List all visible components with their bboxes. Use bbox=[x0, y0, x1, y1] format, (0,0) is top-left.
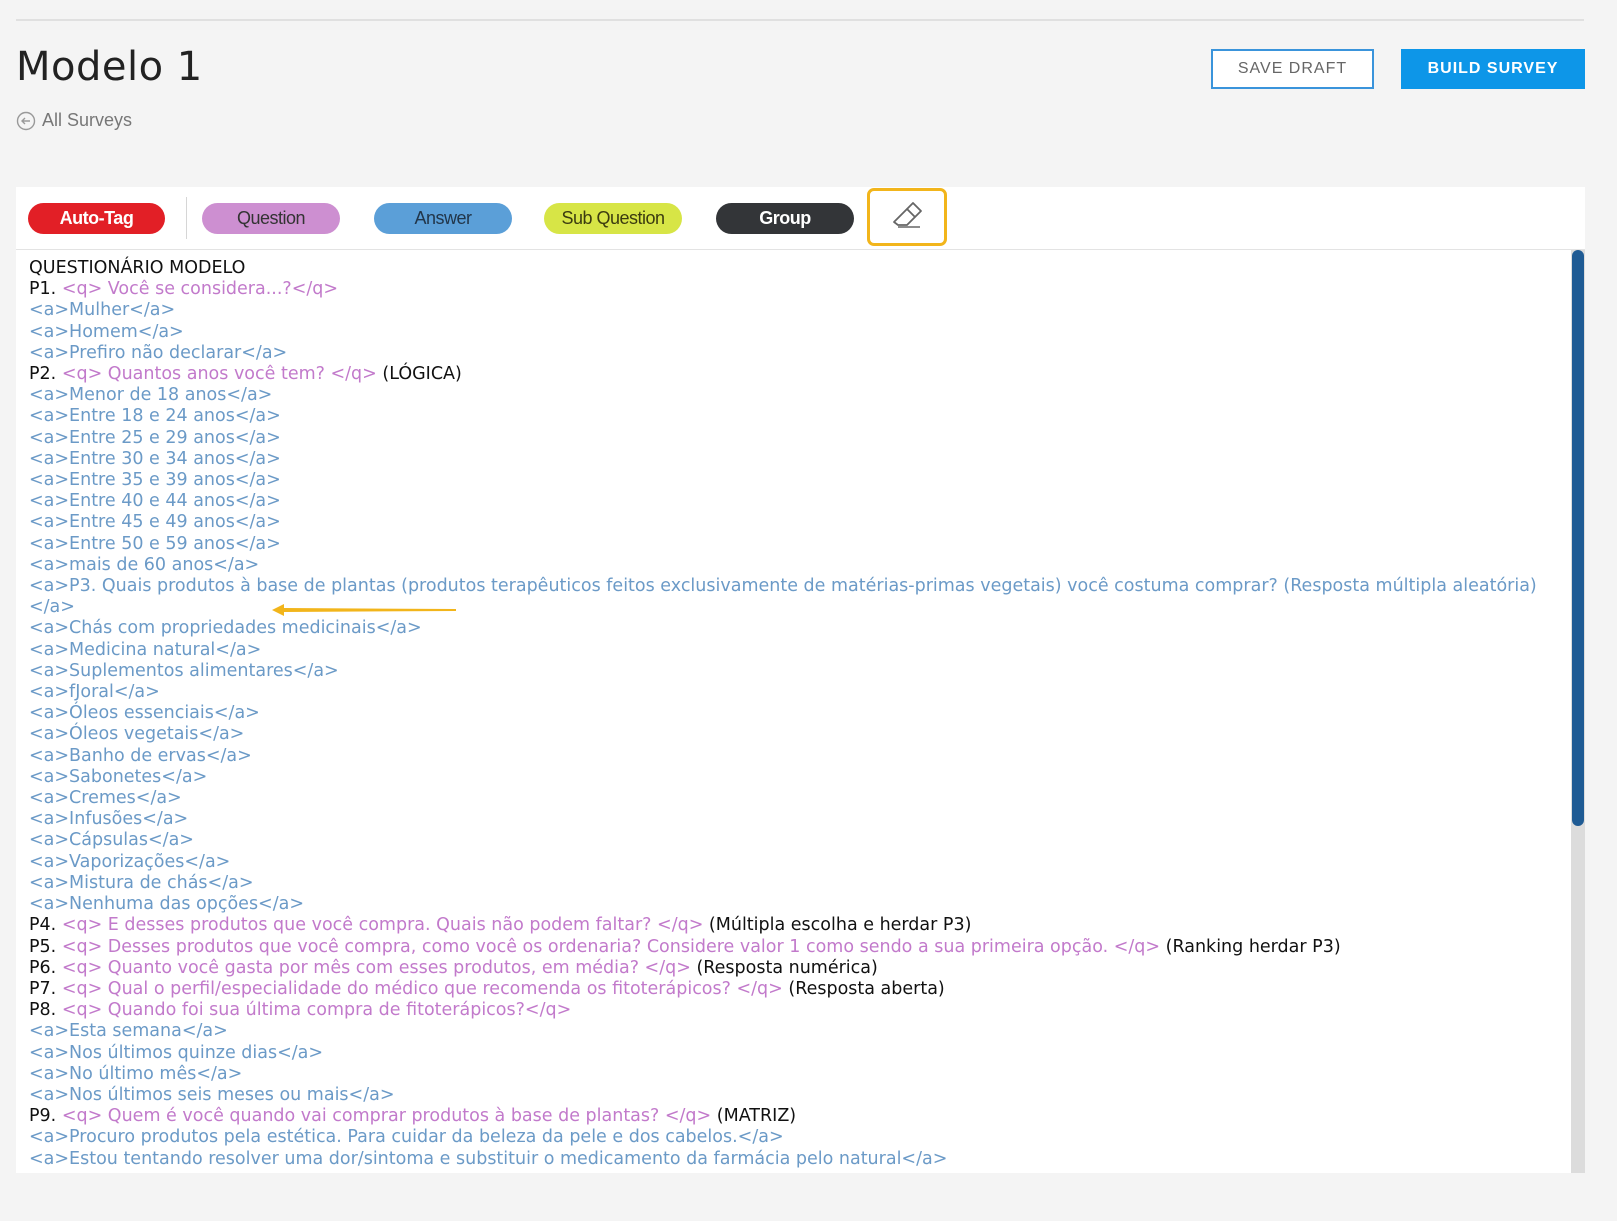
question-text: <q> Quem é você quando vai comprar produ… bbox=[61, 1106, 712, 1127]
question-text: <q> Desses produtos que você compra, com… bbox=[61, 936, 1161, 957]
build-survey-button[interactable]: BUILD SURVEY bbox=[1401, 49, 1585, 89]
question-note: (Múltipla escolha e herdar P3) bbox=[703, 915, 972, 936]
answer-line: <a>Prefiro não declarar</a> bbox=[29, 342, 288, 363]
top-divider bbox=[16, 19, 1584, 21]
question-note: (Resposta numérica) bbox=[690, 957, 878, 978]
answer-line: <a>Infusões</a> bbox=[29, 809, 189, 830]
question-line: P1. <q> Você se considera...?</q> bbox=[29, 279, 1549, 300]
answer-line: <a>Sabonetes</a> bbox=[29, 766, 208, 787]
question-line: P7. <q> Qual o perfil/especialidade do m… bbox=[29, 979, 1549, 1000]
question-note: (LÓGICA) bbox=[376, 364, 462, 385]
question-line: P2. <q> Quantos anos você tem? </q> (LÓG… bbox=[29, 364, 1549, 385]
toolbar-divider bbox=[186, 197, 187, 239]
question-line: P5. <q> Desses produtos que você compra,… bbox=[29, 937, 1549, 958]
answer-line: <a>fJoral</a> bbox=[29, 682, 160, 703]
answer-line: <a>Homem</a> bbox=[29, 321, 184, 342]
survey-text-content: QUESTIONÁRIO MODELO P1. <q> Você se consi… bbox=[29, 258, 1549, 1170]
answer-line: <a>Menor de 18 anos</a> bbox=[29, 385, 273, 406]
question-note: (Ranking herdar P3) bbox=[1160, 936, 1341, 957]
question-text: <q> Qual o perfil/especialidade do médic… bbox=[61, 978, 783, 999]
answer-line: <a>Entre 40 e 44 anos</a> bbox=[29, 491, 281, 512]
answer-line: <a>P3. Quais produtos à base de plantas … bbox=[29, 576, 1537, 618]
answer-line: <a>Entre 35 e 39 anos</a> bbox=[29, 470, 281, 491]
page-title: Modelo 1 bbox=[16, 44, 203, 90]
question-number: P4. bbox=[29, 915, 62, 936]
question-line: P6. <q> Quanto você gasta por mês com es… bbox=[29, 958, 1549, 979]
answer-line: <a>Vaporizações</a> bbox=[29, 851, 231, 872]
eraser-button[interactable] bbox=[867, 188, 947, 246]
eraser-icon bbox=[890, 200, 924, 235]
answer-line: <a>Chás com propriedades medicinais</a> bbox=[29, 618, 422, 639]
autotag-button[interactable]: Auto-Tag bbox=[28, 203, 165, 234]
save-draft-button[interactable]: SAVE DRAFT bbox=[1211, 49, 1374, 89]
answer-line: <a>Cremes</a> bbox=[29, 788, 182, 809]
question-number: P8. bbox=[29, 1000, 62, 1021]
answer-line: <a>Procuro produtos pela estética. Para … bbox=[29, 1127, 784, 1148]
question-text: <q> Quando foi sua última compra de fito… bbox=[61, 1000, 572, 1021]
question-note: (MATRIZ) bbox=[711, 1106, 797, 1127]
answer-line: <a>No último mês</a> bbox=[29, 1063, 243, 1084]
question-number: P6. bbox=[29, 957, 62, 978]
question-text: <q> Quantos anos você tem? </q> bbox=[61, 364, 377, 385]
annotation-arrow bbox=[272, 604, 456, 616]
question-line: P8. <q> Quando foi sua última compra de … bbox=[29, 1000, 1549, 1021]
answer-line: <a>Esta semana</a> bbox=[29, 1021, 228, 1042]
question-text: <q> Quanto você gasta por mês com esses … bbox=[61, 957, 691, 978]
answer-line: <a>Nos últimos quinze dias</a> bbox=[29, 1042, 324, 1063]
answer-line: <a>Entre 45 e 49 anos</a> bbox=[29, 512, 281, 533]
all-surveys-link[interactable]: All Surveys bbox=[16, 110, 132, 131]
scrollbar-thumb[interactable] bbox=[1572, 250, 1584, 826]
all-surveys-label: All Surveys bbox=[42, 110, 133, 130]
group-tag-button[interactable]: Group bbox=[716, 203, 854, 234]
answer-line: <a>Entre 25 e 29 anos</a> bbox=[29, 427, 281, 448]
answer-line: <a>Nos últimos seis meses ou mais</a> bbox=[29, 1084, 395, 1105]
answer-line: <a>Entre 30 e 34 anos</a> bbox=[29, 448, 281, 469]
answer-line: <a>Mistura de chás</a> bbox=[29, 872, 254, 893]
question-line: P9. <q> Quem é você quando vai comprar p… bbox=[29, 1106, 1549, 1127]
question-number: P1. bbox=[29, 279, 62, 300]
answer-line: <a>Óleos essenciais</a> bbox=[29, 703, 260, 724]
answer-line: <a>Medicina natural</a> bbox=[29, 639, 262, 660]
question-number: P5. bbox=[29, 936, 62, 957]
question-number: P7. bbox=[29, 978, 62, 999]
question-number: P9. bbox=[29, 1106, 62, 1127]
answer-tag-button[interactable]: Answer bbox=[374, 203, 512, 234]
question-text: <q> Você se considera...?</q> bbox=[61, 279, 339, 300]
answer-line: <a>Entre 18 e 24 anos</a> bbox=[29, 406, 281, 427]
answer-line: <a>Cápsulas</a> bbox=[29, 830, 194, 851]
survey-editor: Auto-Tag Question Answer Sub Question Gr… bbox=[16, 187, 1585, 1173]
answer-line: <a>Suplementos alimentares</a> bbox=[29, 660, 339, 681]
scrollbar-track[interactable] bbox=[1571, 250, 1585, 1173]
question-line: P4. <q> E desses produtos que você compr… bbox=[29, 915, 1549, 936]
question-note: (Resposta aberta) bbox=[782, 978, 945, 999]
answer-line: <a>Nenhuma das opções</a> bbox=[29, 894, 305, 915]
question-text: <q> E desses produtos que você compra. Q… bbox=[61, 915, 704, 936]
tag-toolbar: Auto-Tag Question Answer Sub Question Gr… bbox=[16, 187, 1585, 250]
back-arrow-icon bbox=[16, 111, 36, 131]
question-tag-button[interactable]: Question bbox=[202, 203, 340, 234]
sub-question-tag-button[interactable]: Sub Question bbox=[544, 203, 682, 234]
survey-text-input[interactable]: QUESTIONÁRIO MODELO P1. <q> Você se consi… bbox=[16, 250, 1569, 1173]
question-number: P2. bbox=[29, 364, 62, 385]
answer-line: <a>Banho de ervas</a> bbox=[29, 745, 252, 766]
answer-line: <a>Mulher</a> bbox=[29, 300, 176, 321]
answer-line: <a>Estou tentando resolver uma dor/sinto… bbox=[29, 1148, 948, 1169]
answer-line: <a>mais de 60 anos</a> bbox=[29, 554, 260, 575]
answer-line: <a>Entre 50 e 59 anos</a> bbox=[29, 533, 281, 554]
text-line: QUESTIONÁRIO MODELO bbox=[29, 258, 246, 278]
answer-line: <a>Óleos vegetais</a> bbox=[29, 724, 245, 745]
